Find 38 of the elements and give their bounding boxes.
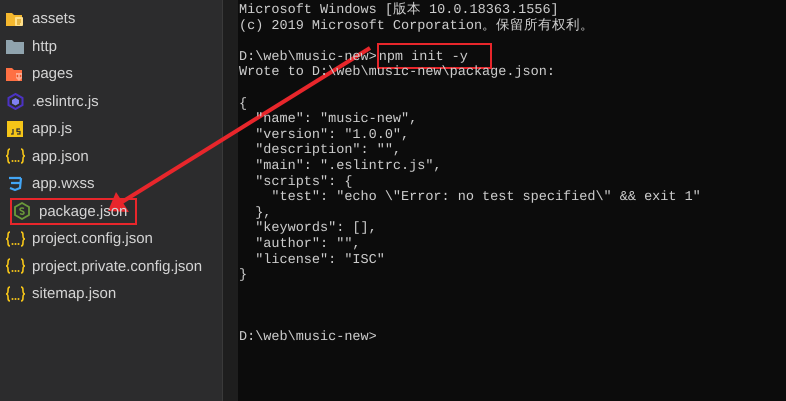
folder-icon	[6, 66, 24, 82]
file-item[interactable]: package.json	[10, 198, 137, 225]
css-file-icon	[7, 176, 23, 192]
file-item[interactable]: app.json	[0, 142, 222, 170]
js-file-icon	[7, 120, 23, 137]
terminal-line: "main": ".eslintrc.js",	[254, 158, 442, 174]
folder-icon	[6, 38, 24, 54]
braces-icon	[6, 230, 24, 247]
hexagon-icon	[14, 202, 30, 220]
file-item[interactable]: pages	[0, 60, 222, 88]
terminal-line: "description": "",	[254, 143, 402, 158]
file-item[interactable]: project.config.json	[0, 225, 222, 252]
terminal-line: {	[239, 96, 248, 112]
braces-icon	[6, 286, 24, 302]
file-item[interactable]: sitemap.json	[0, 280, 222, 308]
file-item[interactable]: assets	[0, 5, 222, 32]
terminal-line: "version": "1.0.0",	[254, 128, 410, 143]
prompt-text: D:\web\music-new>	[239, 330, 377, 346]
file-item[interactable]: project.private.config.json	[0, 252, 222, 280]
braces-icon	[6, 258, 24, 274]
terminal-line: }	[239, 268, 248, 284]
terminal-line: "scripts": {	[254, 174, 352, 190]
terminal-line: "test": "echo \"Error: no test specified\" && exit 1"	[270, 190, 701, 206]
terminal-line: "author": "",	[254, 236, 361, 252]
terminal-line: Microsoft Windows [版本 10.0.18363.1556]	[239, 3, 559, 18]
file-item[interactable]: .eslintrc.js	[0, 88, 222, 115]
terminal-line: "name": "music-new",	[254, 112, 418, 128]
braces-icon	[6, 148, 24, 164]
terminal-line: "license": "ISC"	[254, 252, 385, 268]
terminal-line: },	[254, 206, 272, 221]
folder-icon	[6, 10, 24, 27]
file-item[interactable]: app.wxss	[0, 170, 222, 198]
hexagon-icon	[6, 92, 24, 110]
file-item[interactable]: http	[0, 32, 222, 60]
splitter-bar[interactable]	[222, 0, 238, 401]
terminal-line: (c) 2019 Microsoft Corporation。保留所有权利。	[239, 18, 594, 34]
file-item[interactable]: app.js	[0, 115, 222, 142]
terminal-line: "keywords": [],	[254, 221, 377, 236]
